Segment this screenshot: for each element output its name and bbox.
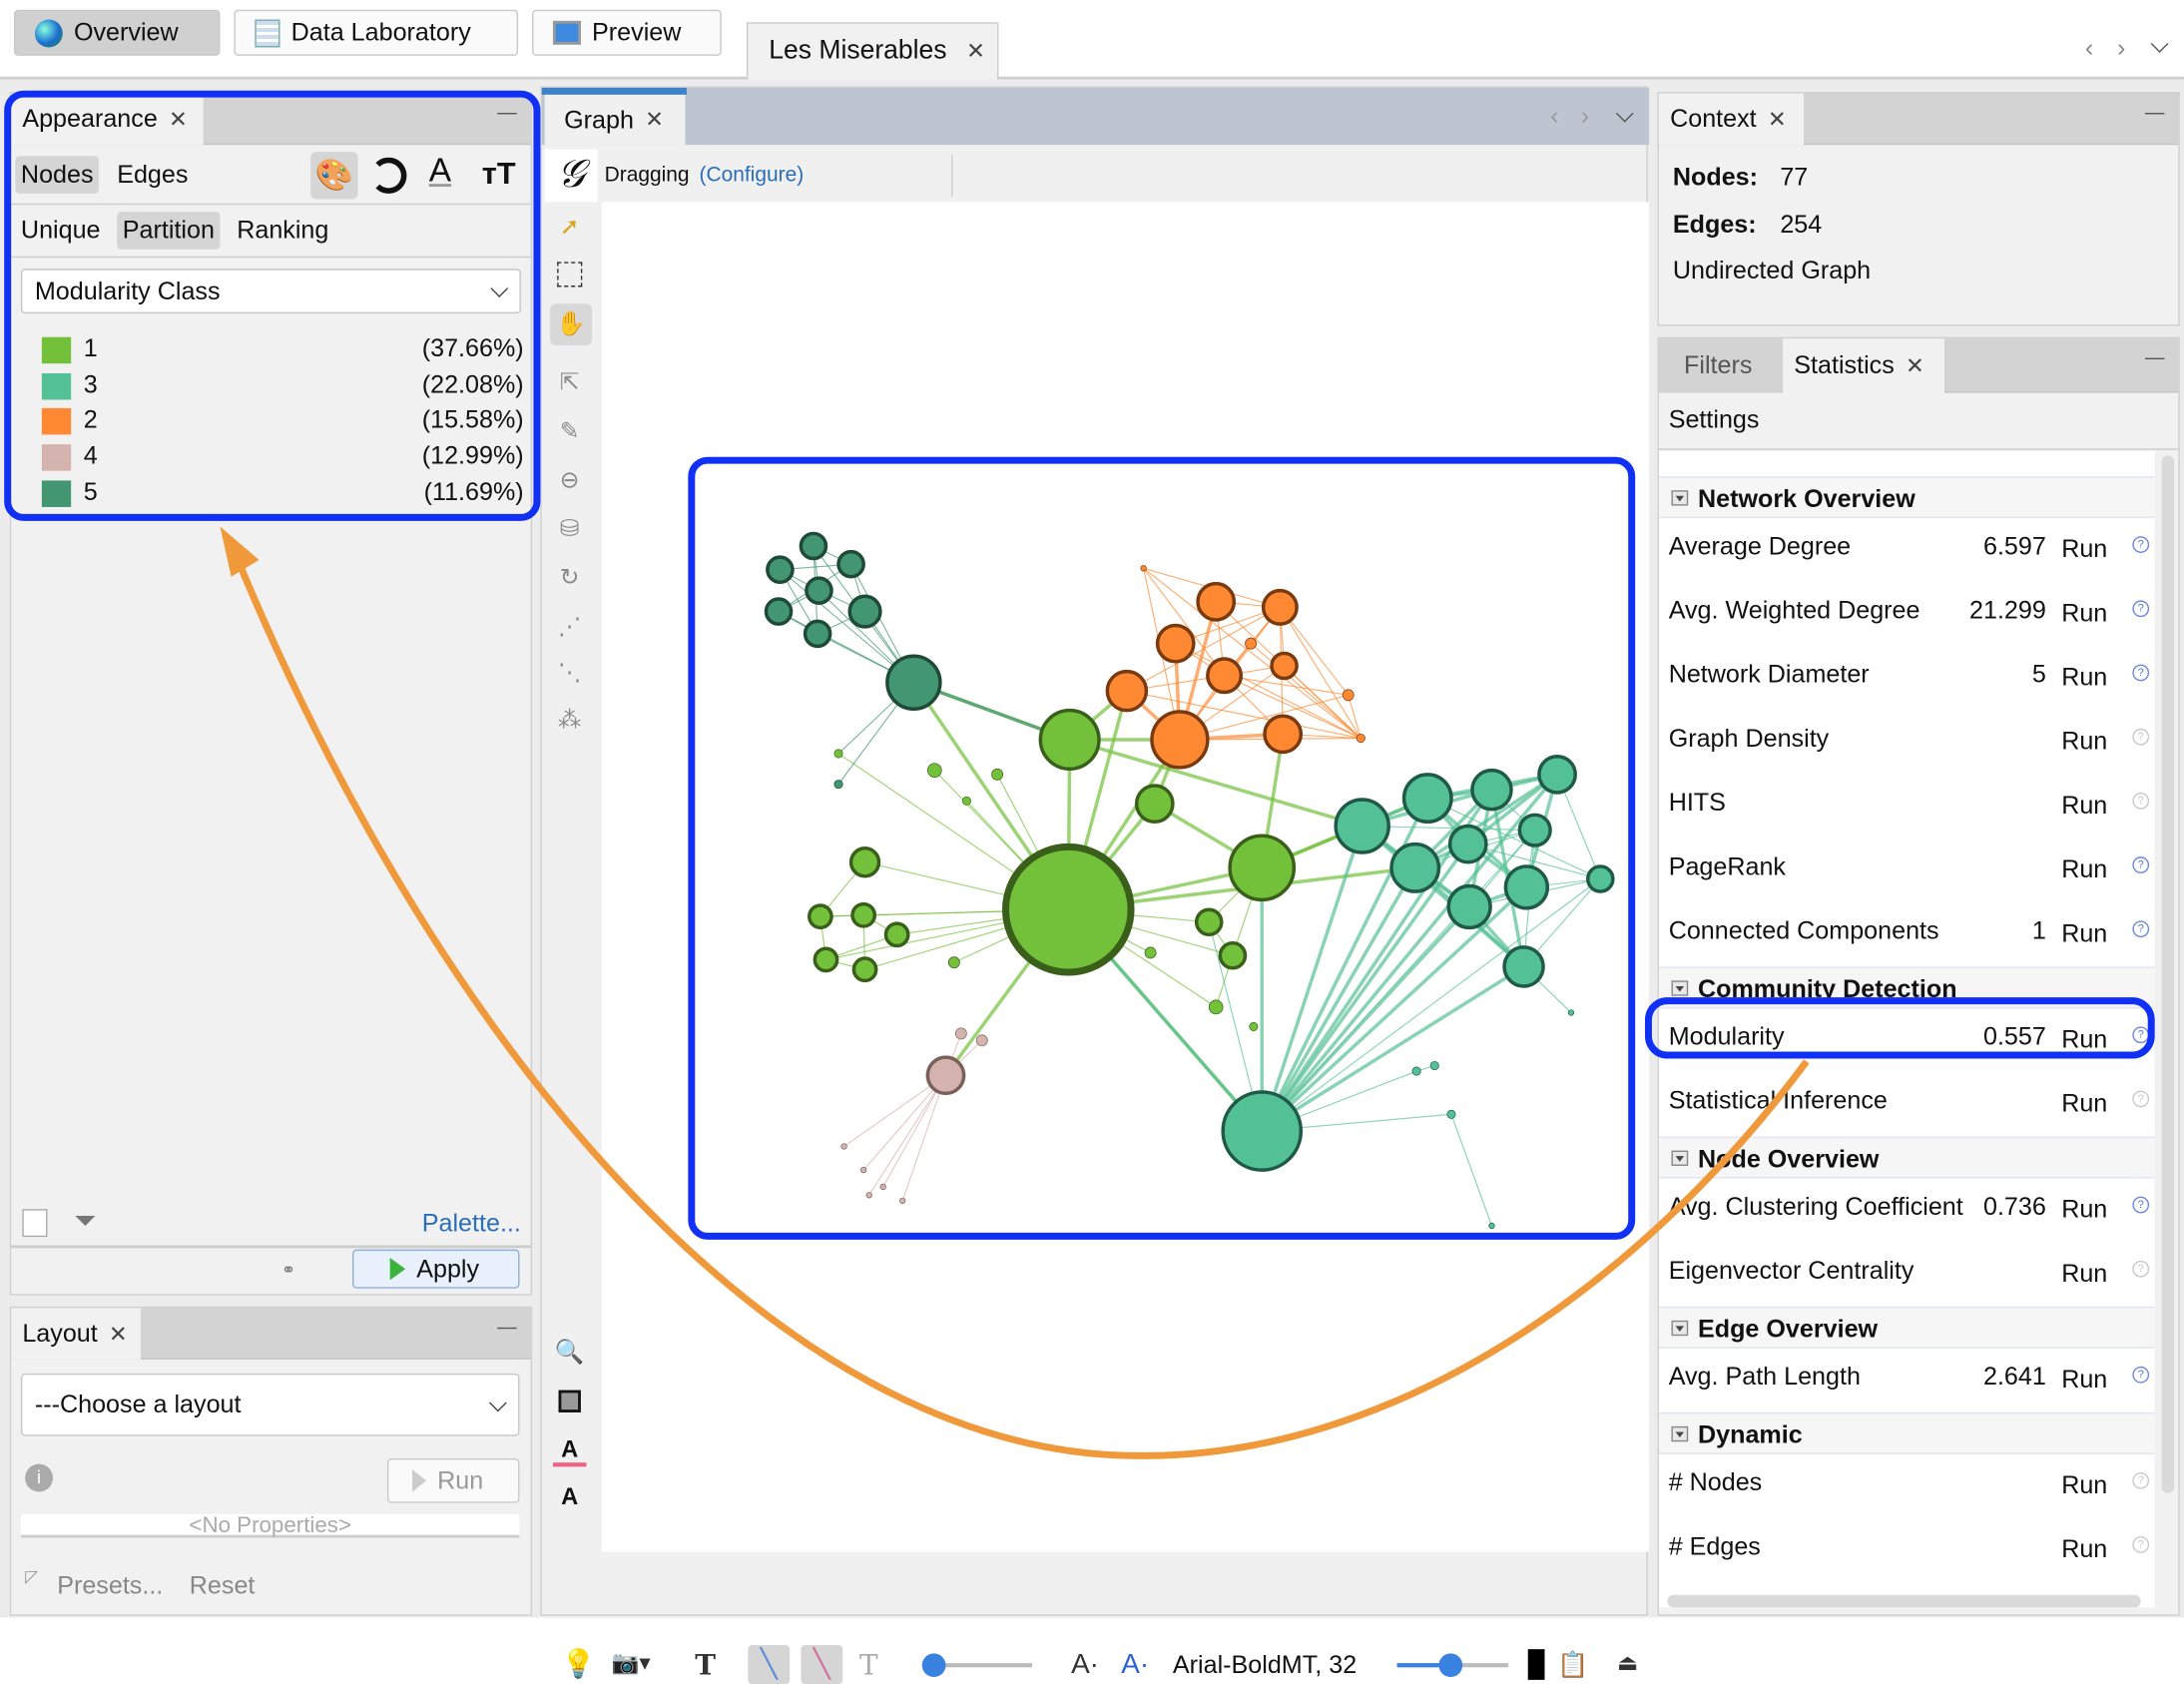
graph-node — [1429, 1060, 1439, 1071]
graph-node — [1150, 710, 1210, 770]
graph-edge — [1450, 1114, 1492, 1227]
graph-node — [1389, 842, 1441, 893]
graph-node — [807, 903, 833, 930]
graph-node — [1401, 773, 1453, 825]
graph-node — [847, 594, 882, 629]
graph-edge — [1260, 866, 1417, 1132]
graph-node — [1001, 842, 1135, 976]
edge-scale-slider[interactable] — [921, 1653, 1032, 1678]
graph-node — [1261, 588, 1299, 626]
graph-node — [799, 531, 828, 561]
graph-node — [805, 576, 833, 605]
graph-node — [848, 846, 881, 878]
graph-node — [975, 1034, 988, 1047]
graph-node — [1196, 581, 1237, 622]
graph-node — [851, 956, 878, 983]
graph-node — [1155, 623, 1196, 664]
graph-node — [836, 549, 865, 579]
graph-node — [1206, 657, 1244, 695]
font-size-decrease-icon[interactable]: A· — [1071, 1645, 1099, 1684]
graph-node — [1488, 1222, 1495, 1230]
graph-node — [1270, 651, 1299, 681]
graph-node — [860, 1166, 867, 1174]
graph-node — [1221, 1090, 1304, 1172]
graph-node — [1517, 813, 1552, 847]
graph-node — [1446, 883, 1492, 930]
annotation-overlay — [220, 526, 1810, 1459]
graph-node — [764, 597, 794, 626]
graph-node — [1134, 784, 1175, 825]
graph-node — [1140, 565, 1147, 572]
graph-node — [1502, 945, 1545, 988]
clipboard-icon[interactable]: 📋 — [1557, 1645, 1588, 1684]
show-edges-icon[interactable]: ╲ — [748, 1644, 791, 1684]
font-size-increase-icon[interactable]: A· — [1121, 1645, 1149, 1684]
graph-node — [1249, 1021, 1259, 1031]
graph-edge — [1260, 842, 1470, 1133]
graph-node — [1105, 669, 1149, 713]
graph-node — [961, 796, 971, 806]
graph-node — [850, 901, 877, 928]
light-bulb-icon[interactable]: 💡 — [561, 1645, 596, 1684]
graph-node — [1263, 714, 1304, 755]
graph-node — [840, 1143, 847, 1150]
node-labels-icon[interactable]: T — [859, 1645, 878, 1684]
graph-node — [813, 946, 839, 973]
eject-icon[interactable]: ⏏ — [1617, 1645, 1638, 1684]
graph-node — [1537, 754, 1577, 795]
graph-node — [925, 1055, 966, 1096]
graph-node — [1218, 940, 1248, 970]
graph-node — [865, 1192, 872, 1199]
graph-node — [1208, 999, 1224, 1015]
graph-edge — [868, 1074, 946, 1196]
graph-node — [926, 763, 942, 778]
graph-node — [1342, 689, 1355, 702]
graph-node — [991, 768, 1004, 781]
slider-thumb[interactable] — [1438, 1653, 1463, 1678]
graph-node — [1586, 864, 1615, 893]
graph-node — [1334, 798, 1390, 854]
label-color-swatch[interactable] — [1527, 1649, 1545, 1680]
graph-node — [1470, 768, 1513, 812]
graph-node — [1447, 824, 1488, 864]
graph-node — [883, 921, 910, 948]
graph-nodes — [764, 531, 1615, 1230]
screenshot-icon[interactable]: 📷▾ — [612, 1645, 651, 1684]
graph-node — [1446, 1109, 1456, 1119]
graph-node — [885, 654, 942, 712]
graph-edge — [1261, 878, 1601, 1132]
gephi-window: Overview Data Laboratory Preview Les Mis… — [0, 0, 2184, 1684]
graph-node — [1144, 946, 1157, 959]
arrowhead-icon — [220, 526, 260, 577]
graph-node — [954, 1027, 967, 1040]
slider-thumb[interactable] — [921, 1653, 946, 1678]
edge-color-icon[interactable]: ╲ — [801, 1644, 843, 1684]
graph-node — [1503, 864, 1550, 910]
graph-node — [766, 555, 795, 585]
graph-edge — [1069, 738, 1364, 829]
graph-node — [899, 1197, 906, 1204]
graph-node — [879, 1183, 886, 1191]
graph-node — [1356, 734, 1365, 744]
graph-node — [833, 749, 843, 759]
graph-node — [1411, 1066, 1421, 1076]
font-selector[interactable]: Arial-BoldMT, 32 — [1173, 1645, 1357, 1684]
label-size-slider[interactable] — [1396, 1653, 1509, 1678]
graph-node — [1228, 834, 1297, 902]
graph-node — [1194, 907, 1224, 937]
graph-node — [1038, 708, 1101, 772]
graph-node — [1567, 1009, 1575, 1016]
show-labels-icon[interactable]: T — [695, 1645, 716, 1684]
graph-node — [803, 619, 832, 649]
graph-node — [947, 956, 960, 969]
graph-node — [1245, 637, 1257, 650]
graph-edge — [901, 1075, 947, 1202]
graph-node — [833, 780, 843, 790]
